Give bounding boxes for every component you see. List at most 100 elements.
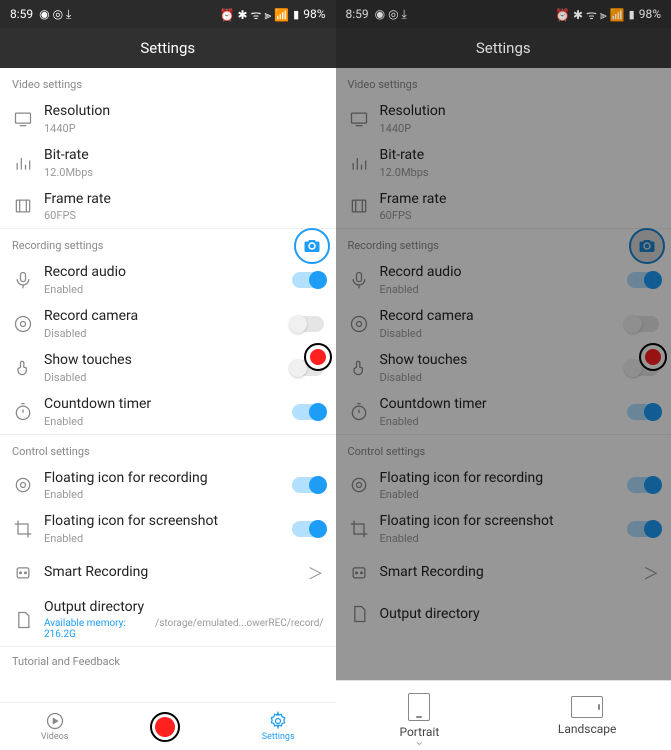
monitor-icon <box>12 108 34 130</box>
floatrec-value-r: Enabled <box>380 488 628 501</box>
framerate-value: 60FPS <box>44 209 324 222</box>
setting-framerate-r: Frame rate60FPS <box>336 185 671 229</box>
gear-icon <box>268 711 288 731</box>
section-control-title: Control settings <box>0 435 336 464</box>
setting-countdown[interactable]: Countdown timer Enabled <box>0 390 336 434</box>
setting-float-recording[interactable]: Floating icon for recording Enabled <box>0 464 336 508</box>
orientation-portrait[interactable]: Portrait ⌄ <box>336 681 504 750</box>
audio-label-r: Record audio <box>380 264 628 281</box>
audio-value-r: Enabled <box>380 283 628 296</box>
settings-content: Video settings Resolution 1440P Bit-rate… <box>0 68 336 702</box>
header: Settings <box>0 28 336 68</box>
setting-smart-recording[interactable]: Smart Recording ＞ <box>0 551 336 593</box>
status-bar: 8:59 ◉ ◎ ⤓ ⏰ ✱ ᯤ ⫸ 📶 ▮ 98% <box>0 0 336 28</box>
setting-touches-r: Show touches Disabled <box>336 346 671 390</box>
landscape-icon <box>571 696 603 718</box>
countdown-label: Countdown timer <box>44 396 292 413</box>
record-fab-r[interactable] <box>639 343 667 371</box>
setting-resolution[interactable]: Resolution 1440P <box>0 97 336 141</box>
status-right-icons-r: ⏰ ✱ ᯤ ⫸ 📶 <box>555 6 625 23</box>
status-right-icons: ⏰ ✱ ᯤ ⫸ 📶 <box>220 6 290 23</box>
camera-fab[interactable] <box>294 228 330 264</box>
audio-toggle[interactable] <box>292 272 324 288</box>
mic-icon <box>12 269 34 291</box>
bitrate-value-r: 12.0Mbps <box>380 166 660 179</box>
robot-icon <box>348 561 370 583</box>
camera-toggle[interactable] <box>292 316 324 332</box>
battery-text: 98% <box>303 7 325 21</box>
portrait-icon <box>408 693 430 721</box>
setting-smart-r: Smart Recording ＞ <box>336 551 671 593</box>
framerate-label-r: Frame rate <box>380 191 660 208</box>
setting-record-camera[interactable]: Record camera Disabled <box>0 302 336 346</box>
timer-icon <box>12 401 34 423</box>
floatrec-toggle-r <box>627 477 659 493</box>
camera-circle-icon <box>12 313 34 335</box>
bottom-nav: Videos Settings <box>0 702 336 750</box>
nav-settings[interactable]: Settings <box>262 711 295 742</box>
floatrec-label-r: Floating icon for recording <box>380 470 628 487</box>
setting-framerate[interactable]: Frame rate 60FPS <box>0 185 336 229</box>
record-fab[interactable] <box>304 343 332 371</box>
floatshot-toggle-r <box>627 521 659 537</box>
resolution-value: 1440P <box>44 122 324 135</box>
resolution-value-r: 1440P <box>380 122 660 135</box>
resolution-label-r: Resolution <box>380 103 660 120</box>
camera-label-r: Record camera <box>380 308 628 325</box>
target-icon <box>348 474 370 496</box>
setting-output-r: Output directory <box>336 593 671 635</box>
floatrec-toggle[interactable] <box>292 477 324 493</box>
floatrec-value: Enabled <box>44 488 292 501</box>
bitrate-value: 12.0Mbps <box>44 166 324 179</box>
touches-value: Disabled <box>44 371 292 384</box>
status-time: 8:59 <box>10 7 33 21</box>
section-recording-title-r: Recording settings <box>336 229 671 258</box>
setting-show-touches[interactable]: Show touches Disabled <box>0 346 336 390</box>
countdown-value-r: Enabled <box>380 415 628 428</box>
sd-icon <box>12 609 34 631</box>
section-tutorial-title: Tutorial and Feedback <box>0 647 336 668</box>
touch-icon <box>12 357 34 379</box>
sd-icon <box>348 603 370 625</box>
nav-videos[interactable]: Videos <box>41 711 69 742</box>
floatshot-label: Floating icon for screenshot <box>44 513 292 530</box>
section-video-title-r: Video settings <box>336 68 671 97</box>
setting-record-audio[interactable]: Record audio Enabled <box>0 258 336 302</box>
floatshot-toggle[interactable] <box>292 521 324 537</box>
crop-icon <box>12 518 34 540</box>
setting-float-screenshot[interactable]: Floating icon for screenshot Enabled <box>0 507 336 551</box>
chevron-right-icon: ＞ <box>307 560 323 584</box>
smart-label-r: Smart Recording <box>380 564 643 581</box>
framerate-value-r: 60FPS <box>380 209 660 222</box>
section-recording-title: Recording settings <box>0 229 336 258</box>
robot-icon <box>12 561 34 583</box>
camera-circle-icon <box>348 313 370 335</box>
touches-label: Show touches <box>44 352 292 369</box>
target-icon <box>12 474 34 496</box>
nav-record-button[interactable] <box>150 712 180 742</box>
touch-icon <box>348 357 370 379</box>
camera-value-r: Disabled <box>380 327 628 340</box>
orientation-landscape[interactable]: Landscape <box>503 681 671 750</box>
setting-output-directory[interactable]: Output directory Available memory: 216.2… <box>0 593 336 646</box>
touches-value-r: Disabled <box>380 371 628 384</box>
nav-settings-label: Settings <box>262 732 295 742</box>
camera-fab-r[interactable] <box>629 228 665 264</box>
landscape-label: Landscape <box>558 722 617 736</box>
countdown-toggle[interactable] <box>292 404 324 420</box>
setting-floatshot-r: Floating icon for screenshotEnabled <box>336 507 671 551</box>
battery-text-r: 98% <box>639 7 661 21</box>
bitrate-label: Bit-rate <box>44 147 324 164</box>
setting-countdown-r: Countdown timer Enabled <box>336 390 671 434</box>
status-time-r: 8:59 <box>346 7 369 21</box>
nav-videos-label: Videos <box>41 732 69 742</box>
section-control-title-r: Control settings <box>336 435 671 464</box>
screen-left: 8:59 ◉ ◎ ⤓ ⏰ ✱ ᯤ ⫸ 📶 ▮ 98% Settings Vide… <box>0 0 336 750</box>
setting-bitrate[interactable]: Bit-rate 12.0Mbps <box>0 141 336 185</box>
output-memory: Available memory: 216.2G <box>44 618 149 640</box>
crop-icon <box>348 518 370 540</box>
screen-right: 8:59 ◉ ◎ ⤓ ⏰ ✱ ᯤ ⫸ 📶 ▮ 98% Settings Vide… <box>336 0 671 750</box>
touches-label-r: Show touches <box>380 352 628 369</box>
countdown-value: Enabled <box>44 415 292 428</box>
countdown-label-r: Countdown timer <box>380 396 628 413</box>
